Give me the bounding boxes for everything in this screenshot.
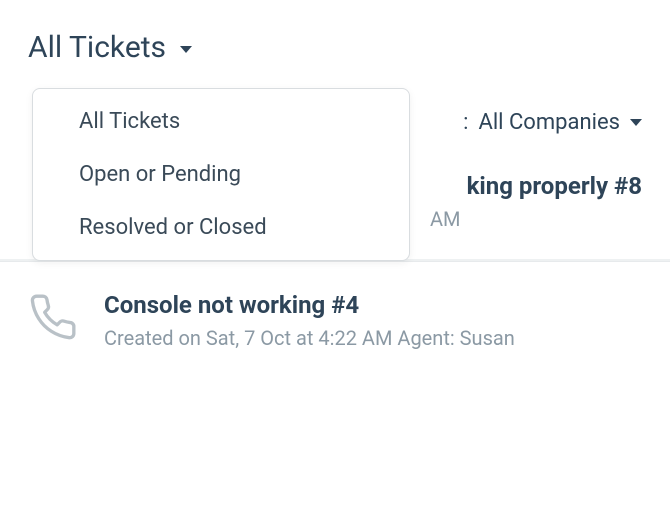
caret-down-icon bbox=[630, 119, 642, 126]
dropdown-item-all-tickets[interactable]: All Tickets bbox=[33, 95, 409, 148]
companies-filter-dropdown-trigger[interactable]: : All Companies bbox=[463, 110, 642, 135]
ticket-meta: Created on Sat, 7 Oct at 4:22 AM Agent: … bbox=[104, 326, 642, 350]
ticket-filter-dropdown-trigger[interactable]: All Tickets bbox=[28, 30, 192, 65]
ticket-filter-dropdown: All Tickets Open or Pending Resolved or … bbox=[32, 88, 410, 261]
companies-filter-label: All Companies bbox=[478, 110, 620, 135]
companies-filter-prefix: : bbox=[463, 110, 468, 135]
dropdown-item-label: Resolved or Closed bbox=[79, 215, 267, 240]
dropdown-item-label: All Tickets bbox=[79, 109, 180, 134]
caret-down-icon bbox=[180, 46, 192, 53]
dropdown-item-resolved-closed[interactable]: Resolved or Closed bbox=[33, 201, 409, 254]
phone-icon bbox=[28, 292, 78, 342]
ticket-title: Console not working #4 bbox=[104, 290, 642, 320]
ticket-filter-label: All Tickets bbox=[28, 30, 166, 65]
dropdown-item-label: Open or Pending bbox=[79, 162, 241, 187]
ticket-row[interactable]: Console not working #4 Created on Sat, 7… bbox=[0, 261, 670, 378]
dropdown-item-open-pending[interactable]: Open or Pending bbox=[33, 148, 409, 201]
